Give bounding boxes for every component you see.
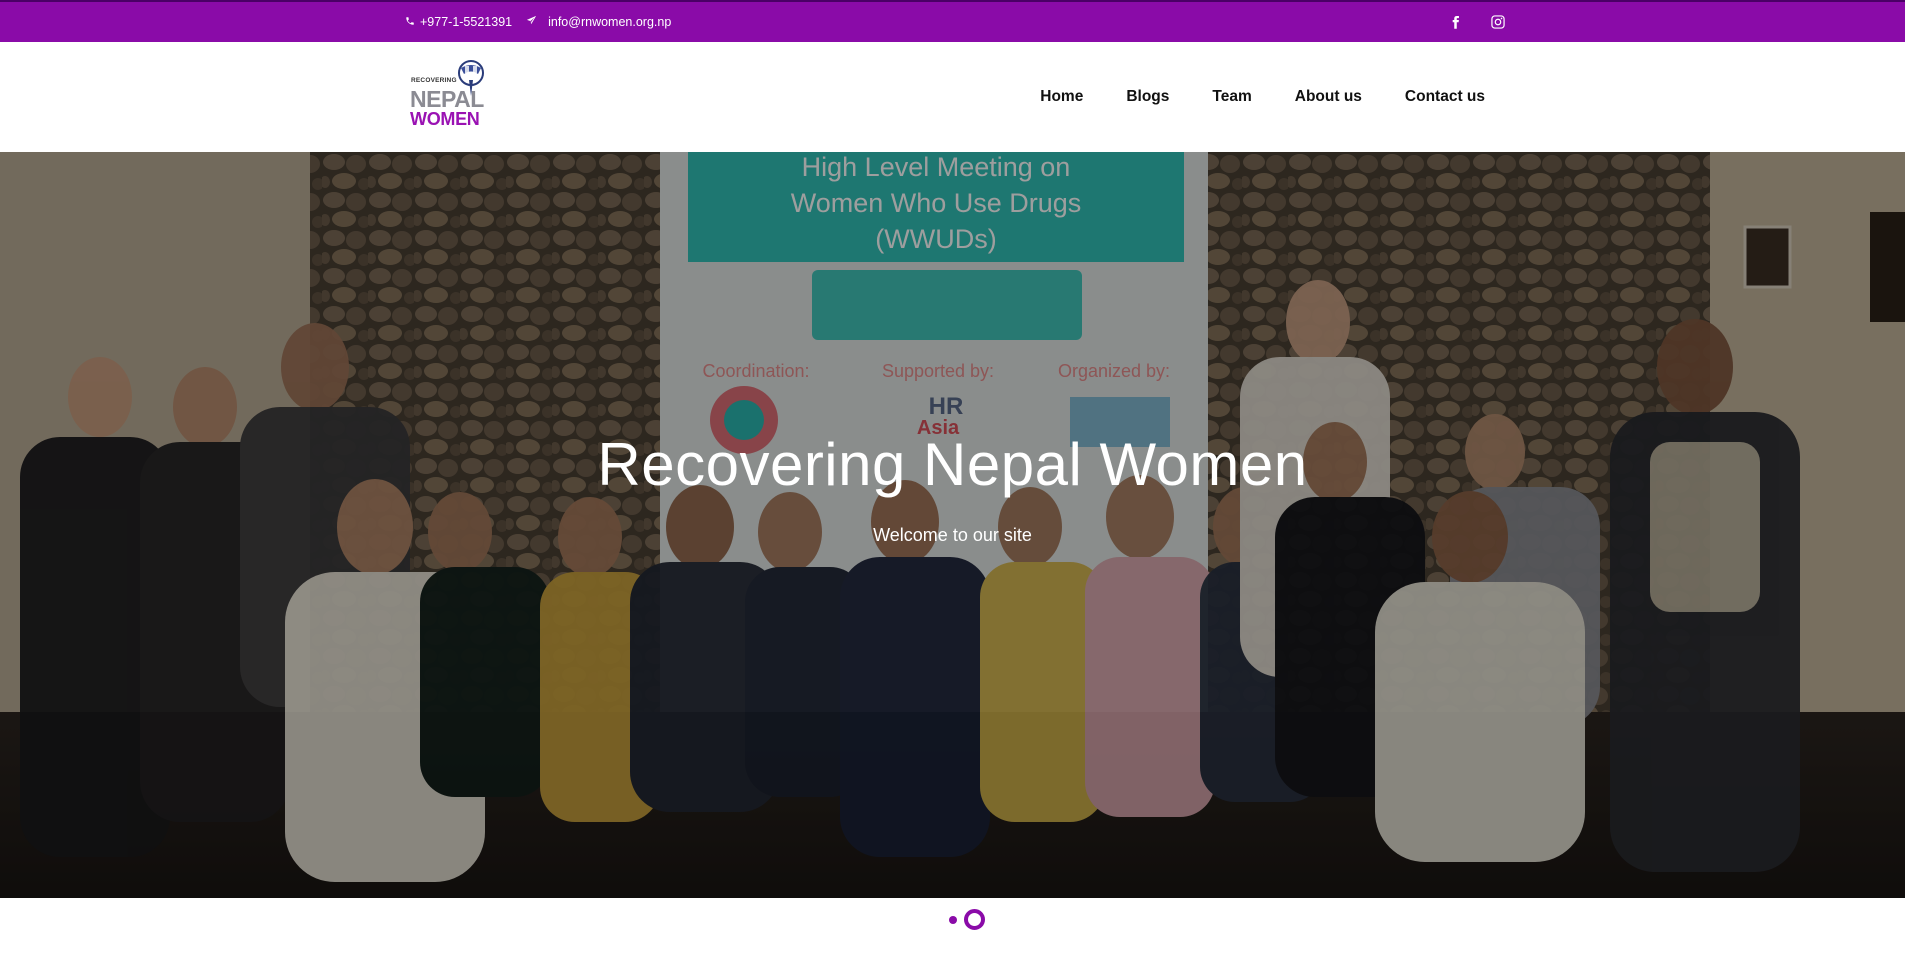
paper-plane-icon: [526, 15, 537, 29]
slider-pagination: [0, 909, 1905, 930]
site-header: RECOVERING NEPAL WOMEN Home Blogs Team A…: [0, 42, 1905, 152]
slider-dot-1[interactable]: [948, 915, 957, 924]
email-contact[interactable]: info@rnwomen.org.np: [526, 15, 671, 29]
instagram-icon[interactable]: [1489, 13, 1507, 31]
nav-team[interactable]: Team: [1212, 88, 1251, 106]
social-links: [1446, 2, 1507, 42]
top-contact-bar: +977-1-5521391 info@rnwomen.org.np: [0, 0, 1905, 42]
site-logo[interactable]: RECOVERING NEPAL WOMEN: [409, 60, 489, 130]
hero-title: Recovering Nepal Women: [597, 431, 1308, 498]
email-address: info@rnwomen.org.np: [548, 15, 672, 29]
hero-slider: High Level Meeting on Women Who Use Drug…: [0, 152, 1905, 898]
nav-contact-us[interactable]: Contact us: [1405, 88, 1485, 106]
nav-about-us[interactable]: About us: [1295, 88, 1362, 106]
logo-text-women: WOMEN: [410, 109, 480, 129]
phone-contact[interactable]: +977-1-5521391: [405, 15, 512, 29]
logo-text-recovering: RECOVERING: [411, 77, 457, 84]
facebook-icon[interactable]: [1446, 13, 1464, 31]
phone-number: +977-1-5521391: [420, 15, 513, 29]
hero-subtitle: Welcome to our site: [873, 525, 1032, 545]
contact-info: +977-1-5521391 info@rnwomen.org.np: [405, 2, 671, 42]
main-nav: Home Blogs Team About us Contact us: [1040, 42, 1485, 152]
slider-dot-2-active[interactable]: [963, 909, 985, 930]
logo-emblem-icon: [458, 60, 484, 96]
nav-home[interactable]: Home: [1040, 88, 1083, 106]
phone-icon: [405, 15, 415, 29]
nav-blogs[interactable]: Blogs: [1126, 88, 1169, 106]
